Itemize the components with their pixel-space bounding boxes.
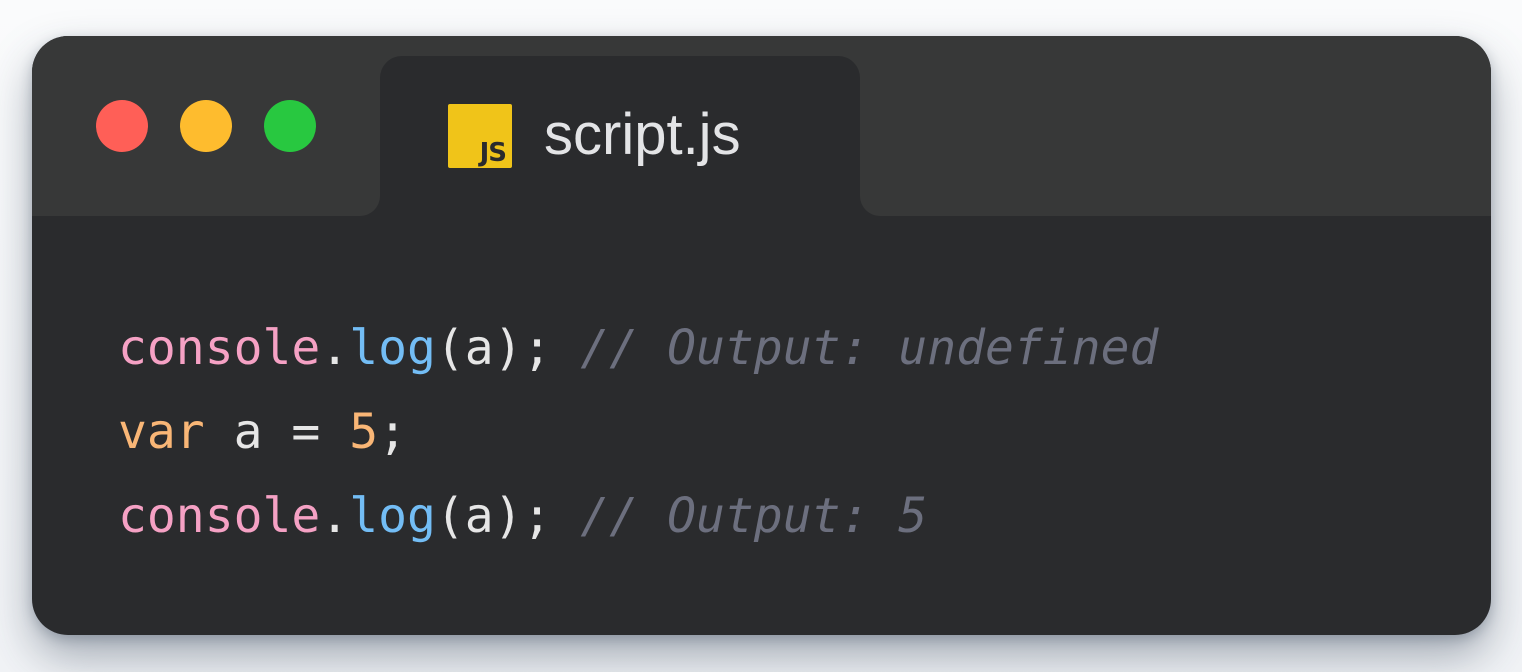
tab-title: script.js [544,102,741,167]
zoom-button[interactable] [264,100,316,152]
code-token: a = [204,404,350,460]
code-line-3: console.log(a); // Output: 5 [118,474,1158,558]
code-line-2: var a = 5; [118,390,1158,474]
close-button[interactable] [96,100,148,152]
code-token: log [349,488,436,544]
code-token: var [118,404,205,460]
code-token: . [320,320,350,376]
code-token: console [118,320,321,376]
js-icon-label: JS [479,138,507,168]
code-token: (a); [435,488,581,544]
code-window: JS script.js console.log(a); // Output: … [32,36,1491,635]
code-token: . [320,488,350,544]
code-token: (a); [435,320,581,376]
code-comment: // Output: undefined [580,320,1159,376]
code-token: log [349,320,436,376]
code-comment: // Output: 5 [580,488,928,544]
code-token: console [118,488,321,544]
minimize-button[interactable] [180,100,232,152]
tab-script-js[interactable]: JS script.js [380,56,860,216]
javascript-file-icon: JS [448,104,512,168]
tab-curve-right [860,196,880,216]
tab-curve-left [360,196,380,216]
code-block: console.log(a); // Output: undefined var … [118,306,1158,558]
code-line-1: console.log(a); // Output: undefined [118,306,1158,390]
code-token: 5 [349,404,379,460]
code-token: ; [378,404,408,460]
